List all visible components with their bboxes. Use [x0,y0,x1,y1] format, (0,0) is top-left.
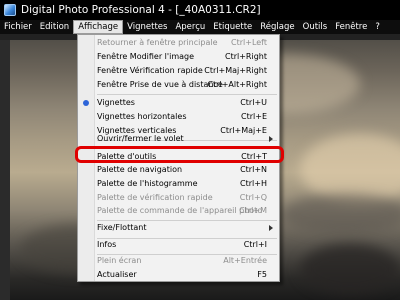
menu-item-palette-navigation[interactable]: Palette de navigation Ctrl+N [78,163,279,177]
menu-item-label: Palette de l'histogramme [97,179,198,188]
menu-item-shortcut: Ctrl+E [241,112,267,121]
app-icon [4,4,16,16]
menu-item-fenetre-prise-de-vue[interactable]: Fenêtre Prise de vue à distance Ctrl+Alt… [78,78,279,92]
menu-item-shortcut: Ctrl+Q [239,193,267,202]
menu-item-shortcut: Ctrl+Left [231,38,267,47]
menu-item-shortcut: F5 [257,270,267,279]
menu-item-label: Fenêtre Vérification rapide [97,66,203,75]
window-title: Digital Photo Professional 4 - [_40A0311… [21,4,261,16]
menu-item-ouvrir-fermer-volet[interactable]: Ouvrir/fermer le volet [78,132,279,146]
radio-dot-icon [83,100,89,106]
menu-item-label: Palette de vérification rapide [97,193,213,202]
menu-item-shortcut: Ctrl+N [240,165,267,174]
menu-item-label: Vignettes [97,98,135,107]
submenu-arrow-icon [269,225,273,231]
menu-item-vignettes[interactable]: Vignettes Ctrl+U [78,96,279,110]
menu-item-vignettes-horizontales[interactable]: Vignettes horizontales Ctrl+E [78,110,279,124]
menu-item-label: Infos [97,240,117,249]
menu-item-infos[interactable]: Infos Ctrl+I [78,238,279,252]
menu-item-shortcut: Ctrl+M [239,206,267,215]
menu-item-palette-commande-appareil[interactable]: Palette de commande de l'appareil photo … [78,204,279,218]
menu-item-shortcut: Ctrl+I [243,240,267,249]
menu-item-actualiser[interactable]: Actualiser F5 [78,268,279,282]
menu-reglage[interactable]: Réglage [256,20,298,34]
menu-item-label: Fenêtre Modifier l'image [97,52,195,61]
menu-item-shortcut: Ctrl+Maj+Right [204,66,267,75]
menu-item-label: Palette de commande de l'appareil photo [97,206,263,215]
menu-item-fenetre-verification-rapide[interactable]: Fenêtre Vérification rapide Ctrl+Maj+Rig… [78,64,279,78]
menu-apercu[interactable]: Aperçu [171,20,209,34]
menu-item-label: Retourner à fenêtre principale [97,38,218,47]
menu-item-label: Fixe/Flottant [97,223,147,232]
menu-item-label: Plein écran [97,256,142,265]
preview-frame-left [0,34,10,300]
menu-etiquette[interactable]: Etiquette [209,20,256,34]
menu-item-label: Actualiser [97,270,137,279]
menu-bar: Fichier Edition Affichage Vignettes Aper… [0,20,400,34]
menu-item-shortcut: Ctrl+H [240,179,267,188]
menu-item-shortcut: Ctrl+Right [224,52,267,61]
menu-vignettes[interactable]: Vignettes [123,20,171,34]
menu-fichier[interactable]: Fichier [0,20,36,34]
menu-outils[interactable]: Outils [299,20,332,34]
menu-item-retourner-fenetre-principale[interactable]: Retourner à fenêtre principale Ctrl+Left [78,36,279,50]
menu-item-shortcut: Ctrl+Alt+Right [207,80,267,89]
menu-item-shortcut: Alt+Entrée [223,256,267,265]
submenu-arrow-icon [269,136,273,142]
menu-separator [97,94,277,95]
menu-help[interactable]: ? [371,20,384,34]
menu-item-label: Fenêtre Prise de vue à distance [97,80,223,89]
menu-item-label: Ouvrir/fermer le volet [97,134,184,143]
menu-item-palette-histogramme[interactable]: Palette de l'histogramme Ctrl+H [78,177,279,191]
menu-item-fenetre-modifier-image[interactable]: Fenêtre Modifier l'image Ctrl+Right [78,50,279,64]
menu-item-palette-verification-rapide[interactable]: Palette de vérification rapide Ctrl+Q [78,191,279,205]
highlight-annotation [75,146,284,163]
menu-item-label: Palette de navigation [97,165,183,174]
menu-fenetre[interactable]: Fenêtre [331,20,371,34]
title-bar: Digital Photo Professional 4 - [_40A0311… [0,0,400,20]
menu-item-plein-ecran[interactable]: Plein écran Alt+Entrée [78,254,279,268]
menu-item-shortcut: Ctrl+U [240,98,267,107]
menu-item-label: Vignettes horizontales [97,112,187,121]
menu-item-fixe-flottant[interactable]: Fixe/Flottant [78,221,279,235]
menu-affichage[interactable]: Affichage [73,20,124,34]
menu-edition[interactable]: Edition [36,20,73,34]
